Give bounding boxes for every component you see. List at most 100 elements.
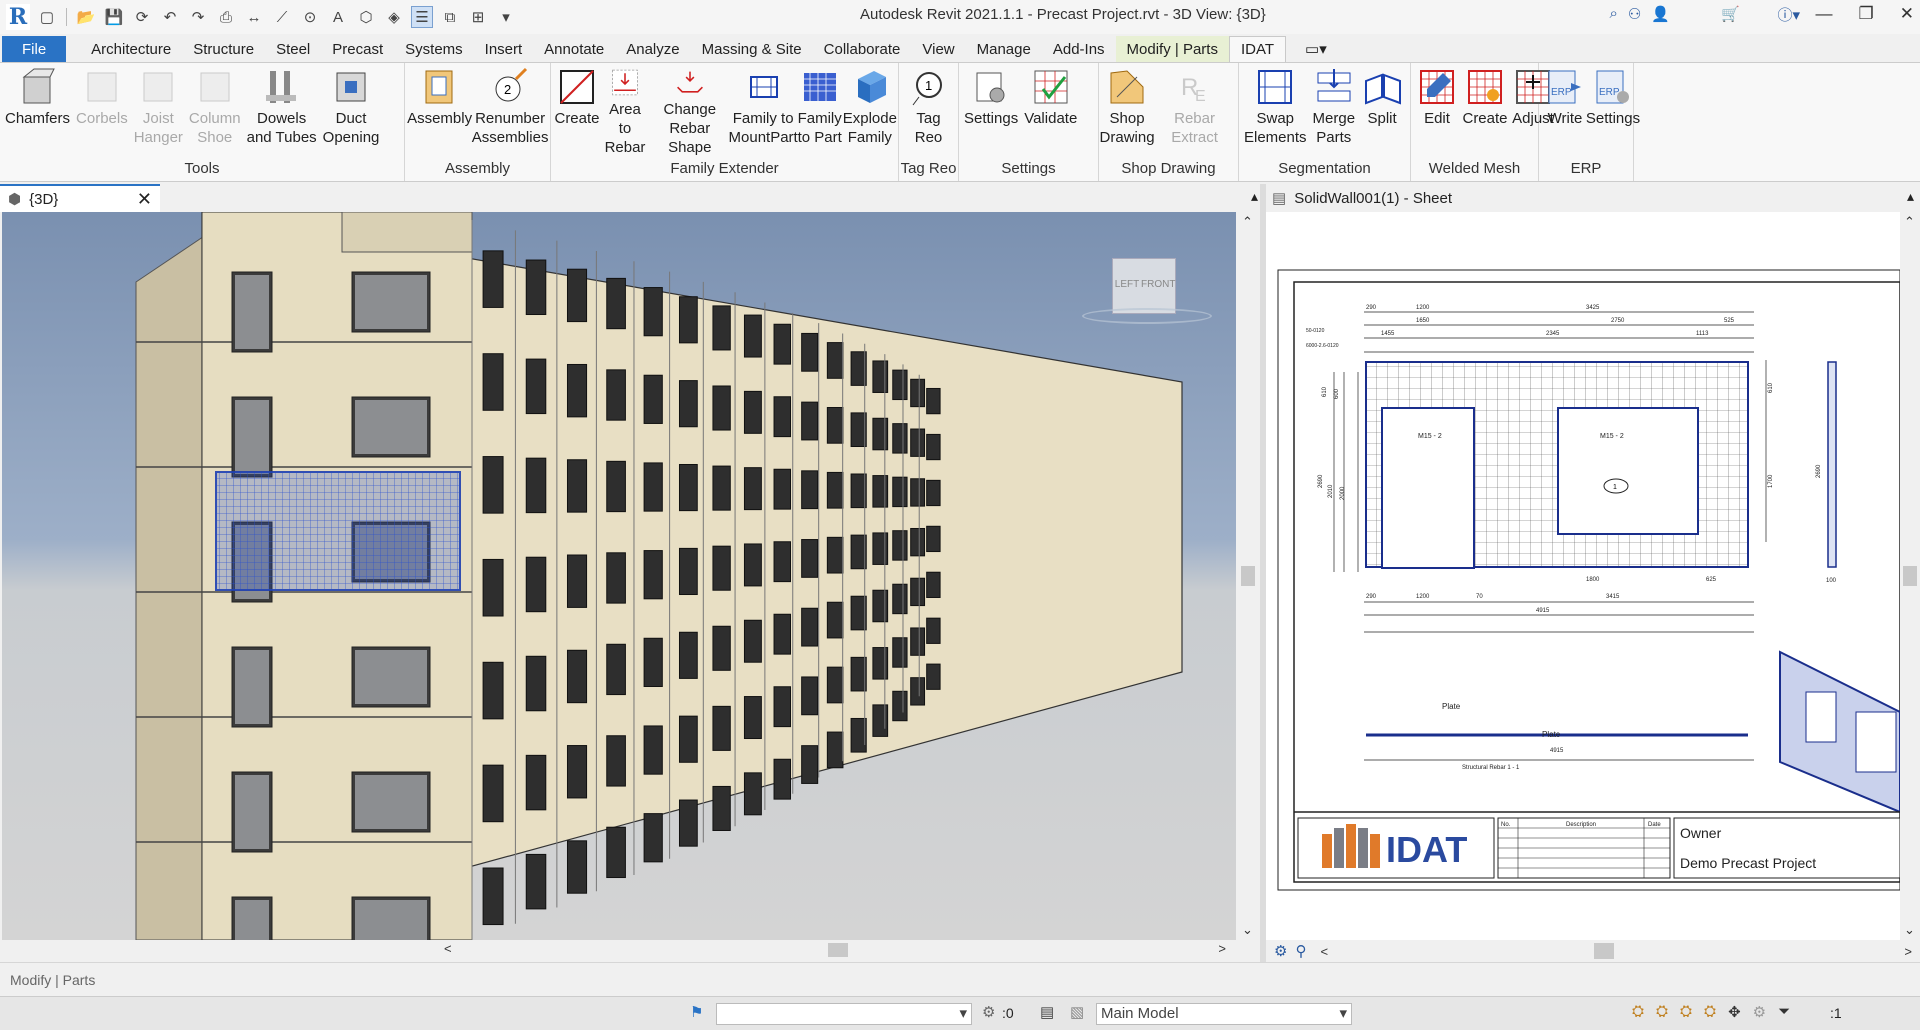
design-option-dropdown[interactable]: Main Model ▾ [1096, 1003, 1352, 1025]
tab-menu-icon-right[interactable]: ▴ [1907, 188, 1914, 205]
scroll-up-icon-right[interactable]: ⌃ [1904, 214, 1915, 230]
menu-tab-steel[interactable]: Steel [265, 36, 321, 62]
ribbon-button-assembly[interactable]: Assembly [407, 65, 472, 159]
editable-icon[interactable]: ▧ [1070, 1003, 1084, 1021]
scroll-right-icon-right[interactable]: > [1904, 944, 1912, 959]
h-scroll-thumb-right[interactable] [1594, 943, 1614, 959]
ribbon-button-family-to-part[interactable]: Family to Part [796, 65, 844, 159]
open-icon[interactable]: 📂 [75, 6, 97, 28]
menu-tab-massing-site[interactable]: Massing & Site [691, 36, 813, 62]
measure-icon[interactable]: ↔ [243, 6, 265, 28]
minimize-icon[interactable]: — [1816, 4, 1833, 24]
right-view-tabbar[interactable]: ▤ SolidWall001(1) - Sheet ▴ [1266, 184, 1920, 212]
user-icon[interactable]: 👤 [1651, 5, 1670, 23]
scroll-right-icon[interactable]: > [1218, 941, 1226, 956]
app-logo-icon[interactable]: R [6, 4, 30, 30]
ribbon-button-merge-parts[interactable]: Merge Parts [1310, 65, 1359, 159]
search-icon[interactable]: ⌕ [1609, 5, 1617, 23]
edit-requests-icon[interactable]: ⚙ [982, 1003, 995, 1021]
ribbon-button-settings[interactable]: Settings [961, 65, 1021, 159]
menu-tab-precast[interactable]: Precast [321, 36, 394, 62]
ribbon-button-family-to-mountpart[interactable]: Family to MountPart [729, 65, 798, 159]
ribbon-button-tag-reo[interactable]: 1 Tag Reo [901, 65, 956, 159]
ribbon-button-corbels[interactable]: Corbels [73, 65, 131, 159]
scroll-thumb-right[interactable] [1903, 566, 1917, 586]
workset-dropdown[interactable]: ▾ [716, 1003, 972, 1025]
ribbon-button-joist-hanger[interactable]: Joist Hanger [131, 65, 186, 159]
customize-icon[interactable]: ▾ [495, 6, 517, 28]
ribbon-button-change-rebar-shape[interactable]: Change Rebar Shape [649, 65, 731, 159]
undo-icon[interactable]: ↶ [159, 6, 181, 28]
select-face-icon[interactable]: ⛭ [1704, 1003, 1716, 1021]
ribbon-button-chamfers[interactable]: Chamfers [2, 65, 73, 159]
close-tab-icon[interactable]: ✕ [137, 189, 152, 210]
ribbon-button-duct-opening[interactable]: Duct Opening [320, 65, 383, 159]
ribbon-button-shop-drawing[interactable]: Shop Drawing [1100, 65, 1155, 159]
view-cube[interactable]: LEFT FRONT [1082, 258, 1212, 328]
maximize-icon[interactable]: ❐ [1859, 4, 1874, 24]
ribbon-button-create[interactable]: Create [1461, 65, 1509, 159]
right-horizontal-scrollbar[interactable]: ⚙ ⚲ < > [1266, 940, 1920, 962]
menu-tab-structure[interactable]: Structure [182, 36, 265, 62]
right-vertical-scrollbar[interactable]: ⌃ ⌄ [1900, 212, 1920, 940]
ribbon-button-explode-family[interactable]: Explode Family [843, 65, 897, 159]
menu-tab-modify-parts[interactable]: Modify | Parts [1115, 36, 1229, 62]
thin-lines-icon[interactable]: ☰ [411, 6, 433, 28]
ribbon-button-edit[interactable]: Edit [1413, 65, 1461, 159]
scroll-down-icon[interactable]: ⌄ [1242, 922, 1253, 938]
ribbon-button-split[interactable]: Split [1358, 65, 1406, 159]
ribbon-button-column-shoe[interactable]: Column Shoe [186, 65, 244, 159]
scroll-left-icon[interactable]: < [444, 941, 452, 956]
ribbon-button-create[interactable]: Create [553, 65, 601, 159]
menu-tab-idat[interactable]: IDAT [1228, 36, 1287, 62]
h-scroll-thumb[interactable] [828, 943, 848, 957]
menu-tab-systems[interactable]: Systems [394, 36, 474, 62]
redo-icon[interactable]: ↷ [187, 6, 209, 28]
scroll-up-icon[interactable]: ⌃ [1242, 214, 1253, 230]
ribbon-button-area-to-rebar[interactable]: Area to Rebar [601, 65, 649, 159]
help-icon[interactable]: ⓘ▾ [1777, 4, 1800, 25]
design-options-icon[interactable]: ▤ [1040, 1003, 1054, 1021]
select-links-icon[interactable]: ⛭ [1632, 1003, 1644, 1021]
select-pinned-icon[interactable]: ⛭ [1680, 1003, 1692, 1021]
close-hidden-icon[interactable]: ⧉ [439, 6, 461, 28]
sheet-viewport[interactable]: 290 1200 3425 1650 2750 525 1455 2345 11… [1266, 212, 1900, 940]
menu-tab-collaborate[interactable]: Collaborate [813, 36, 912, 62]
drag-elements-icon[interactable]: ✥ [1728, 1003, 1741, 1021]
menu-tab-analyze[interactable]: Analyze [615, 36, 690, 62]
3d-view-icon[interactable]: ⬡ [355, 6, 377, 28]
close-icon[interactable]: ✕ [1900, 4, 1914, 24]
text-icon[interactable]: A [327, 6, 349, 28]
sync-icon[interactable]: ⟳ [131, 6, 153, 28]
print-icon[interactable]: ⎙ [215, 6, 237, 28]
left-vertical-scrollbar[interactable]: ⌃ ⌄ [1238, 212, 1258, 940]
menu-tab-annotate[interactable]: Annotate [533, 36, 615, 62]
menu-tab-insert[interactable]: Insert [474, 36, 534, 62]
pin-icon[interactable]: ⚲ [1295, 942, 1306, 960]
ribbon-button-settings[interactable]: ERP Settings [1586, 65, 1640, 159]
tab-menu-icon[interactable]: ▴ [1251, 188, 1258, 205]
ribbon-button-renumber-assemblies[interactable]: 2 Renumber Assemblies [472, 65, 548, 159]
view-control-icon[interactable]: ⚙ [1274, 942, 1287, 960]
ribbon-button-dowels-and-tubes[interactable]: Dowels and Tubes [244, 65, 320, 159]
save-icon[interactable]: 💾 [103, 6, 125, 28]
ribbon-button-swap-elements[interactable]: Swap Elements [1241, 65, 1310, 159]
ribbon-button-validate[interactable]: Validate [1021, 65, 1080, 159]
ribbon-minimize-icon[interactable]: ▭▾ [1294, 36, 1338, 62]
scroll-down-icon-right[interactable]: ⌄ [1904, 922, 1915, 938]
background-process-icon[interactable]: ⚙ [1753, 1003, 1766, 1021]
left-horizontal-scrollbar[interactable]: < > [440, 940, 1230, 960]
menu-tab-add-ins[interactable]: Add-Ins [1042, 36, 1116, 62]
home-icon[interactable]: ▢ [36, 6, 58, 28]
menu-tab-manage[interactable]: Manage [966, 36, 1042, 62]
menu-tab-view[interactable]: View [911, 36, 965, 62]
section-icon[interactable]: ◈ [383, 6, 405, 28]
ribbon-button-write[interactable]: ERP Write [1541, 65, 1589, 159]
community-icon[interactable]: ⚇ [1628, 5, 1641, 23]
select-underlay-icon[interactable]: ⛭ [1656, 1003, 1668, 1021]
scroll-left-icon-right[interactable]: < [1320, 944, 1328, 959]
cart-icon[interactable]: 🛒 [1721, 5, 1740, 23]
switch-windows-icon[interactable]: ⊞ [467, 6, 489, 28]
menu-tab-architecture[interactable]: Architecture [80, 36, 182, 62]
tab-3d-view[interactable]: ⬢ {3D} ✕ [0, 184, 160, 212]
